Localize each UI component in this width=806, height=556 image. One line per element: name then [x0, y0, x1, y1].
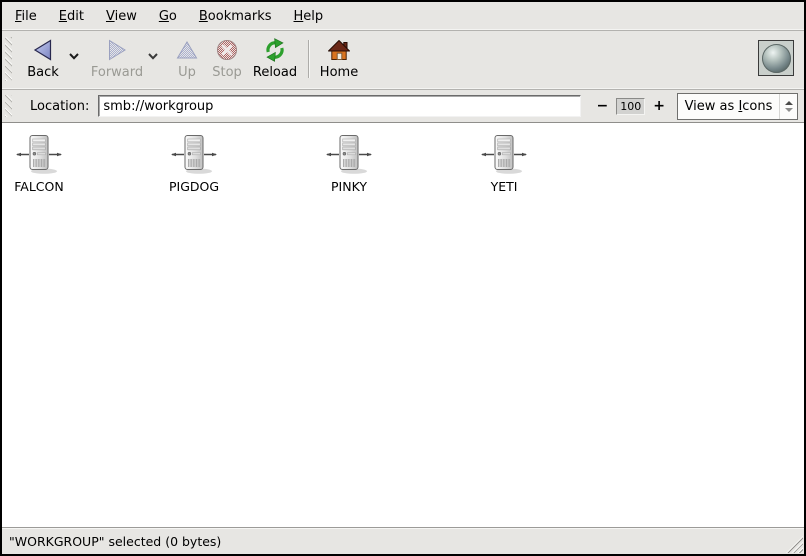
location-label: Location:	[30, 99, 89, 114]
menu-file[interactable]: File	[4, 3, 48, 30]
location-input[interactable]	[98, 95, 580, 117]
home-button[interactable]: Home	[317, 36, 361, 81]
back-icon	[30, 36, 56, 64]
view-as-dropdown[interactable]: View as Icons	[677, 93, 798, 120]
view-as-label: View as Icons	[678, 99, 779, 114]
network-server-icon	[16, 133, 62, 177]
network-server-icon	[481, 133, 527, 177]
zoom-level-indicator[interactable]: 100	[616, 98, 645, 115]
icon-view: FALCON PIGDOG	[2, 123, 804, 527]
toolbar: Back Forward	[2, 31, 804, 90]
menu-bookmarks[interactable]: Bookmarks	[188, 3, 283, 30]
file-manager-window: File Edit View Go Bookmarks Help Back	[0, 0, 806, 556]
server-item-pinky[interactable]: PINKY	[312, 133, 386, 194]
forward-history-chevron[interactable]	[145, 36, 160, 64]
up-icon	[174, 36, 200, 64]
zoom-in-button[interactable]: +	[651, 98, 667, 114]
status-bar: "WORKGROUP" selected (0 bytes)	[2, 527, 804, 554]
reload-icon	[262, 36, 288, 64]
forward-icon	[104, 36, 130, 64]
menu-help[interactable]: Help	[283, 3, 335, 30]
server-name-label: YETI	[491, 179, 518, 194]
network-server-icon	[171, 133, 217, 177]
network-server-icon	[326, 133, 372, 177]
up-button[interactable]: Up	[170, 36, 204, 81]
server-item-yeti[interactable]: YETI	[467, 133, 541, 194]
back-button[interactable]: Back	[20, 36, 66, 81]
back-history-chevron[interactable]	[66, 36, 81, 64]
window-resize-grip[interactable]	[786, 536, 803, 553]
location-bar: Location: − 100 + View as Icons	[2, 90, 804, 123]
location-bar-drag-handle[interactable]	[5, 95, 12, 117]
server-name-label: PINKY	[331, 179, 367, 194]
server-item-pigdog[interactable]: PIGDOG	[157, 133, 231, 194]
menu-bar: File Edit View Go Bookmarks Help	[2, 2, 804, 31]
throbber	[758, 40, 794, 76]
throbber-globe-icon	[762, 44, 791, 73]
menu-view[interactable]: View	[95, 3, 148, 30]
server-name-label: FALCON	[14, 179, 63, 194]
status-text: "WORKGROUP" selected (0 bytes)	[2, 534, 786, 549]
stop-button[interactable]: Stop	[206, 36, 248, 81]
zoom-out-button[interactable]: −	[595, 98, 611, 114]
stop-icon	[214, 36, 240, 64]
forward-button[interactable]: Forward	[89, 36, 145, 81]
server-name-label: PIGDOG	[169, 179, 219, 194]
menu-edit[interactable]: Edit	[48, 3, 95, 30]
server-item-falcon[interactable]: FALCON	[2, 133, 76, 194]
toolbar-separator	[308, 40, 309, 78]
home-icon	[326, 36, 352, 64]
menu-go[interactable]: Go	[148, 3, 188, 30]
dropdown-arrows-icon	[780, 101, 797, 112]
reload-button[interactable]: Reload	[250, 36, 300, 81]
toolbar-drag-handle[interactable]	[5, 37, 12, 81]
